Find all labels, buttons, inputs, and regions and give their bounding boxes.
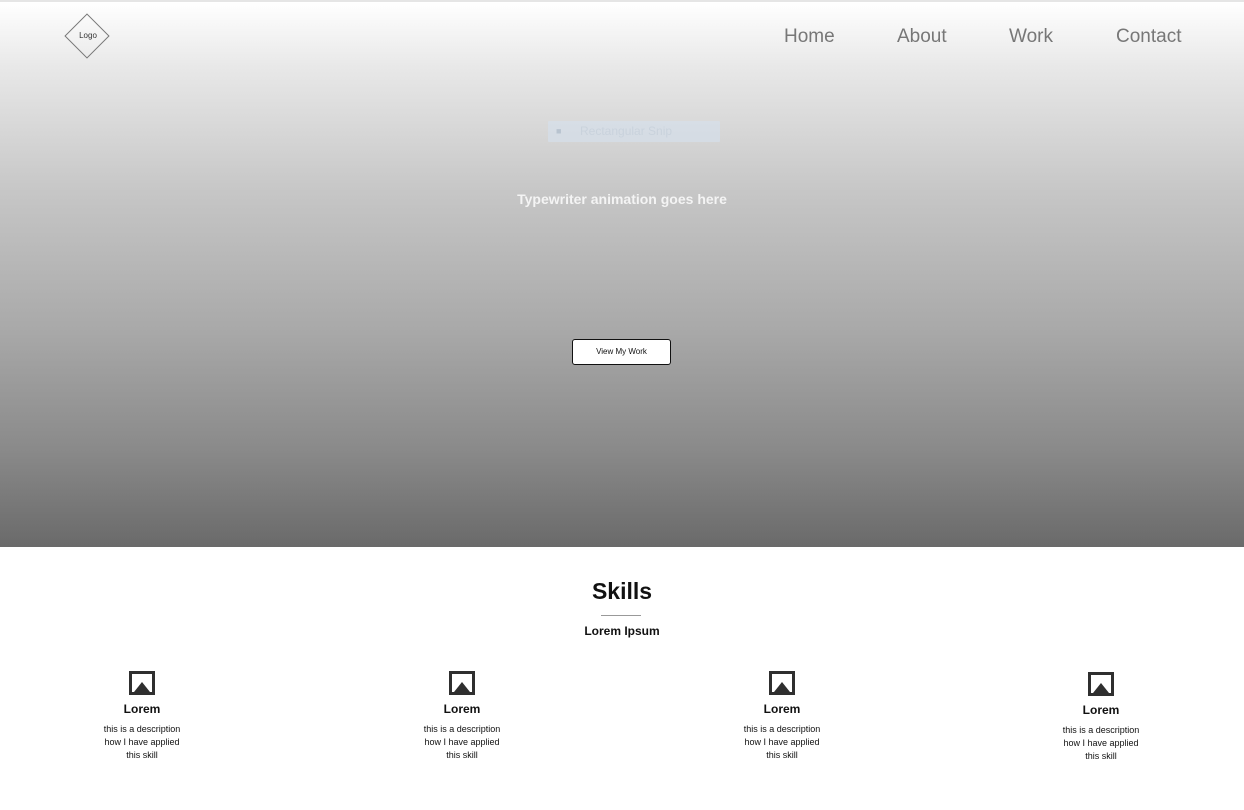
skill-description-line: how I have applied: [744, 737, 820, 747]
hero-section: Logo Home About Work Contact ■ Rectangul…: [0, 0, 1244, 547]
skill-card: Lorem this is a description how I have a…: [62, 671, 222, 762]
skill-description-line: how I have applied: [1063, 738, 1139, 748]
skill-description: this is a description how I have applied…: [1046, 724, 1156, 763]
skill-description-line: this skill: [1085, 751, 1117, 761]
image-icon: [769, 671, 795, 695]
skill-name: Lorem: [763, 702, 801, 716]
rectangular-snip-overlay: ■ Rectangular Snip: [548, 121, 720, 142]
nav-link-work[interactable]: Work: [1009, 26, 1053, 48]
skill-description: this is a description how I have applied…: [727, 723, 837, 762]
nav-link-home[interactable]: Home: [784, 26, 835, 48]
nav-link-contact[interactable]: Contact: [1116, 26, 1181, 48]
skills-title: Skills: [591, 578, 653, 604]
skill-card: Lorem this is a description how I have a…: [382, 671, 542, 762]
skill-description-line: this is a description: [423, 724, 501, 734]
skills-subtitle: Lorem Ipsum: [584, 624, 660, 638]
skill-description-line: this is a description: [743, 724, 821, 734]
skill-name: Lorem: [443, 702, 481, 716]
nav-link-about[interactable]: About: [897, 26, 947, 48]
skill-description-line: this is a description: [103, 724, 181, 734]
skill-description: this is a description how I have applied…: [407, 723, 517, 762]
skill-card: Lorem this is a description how I have a…: [702, 671, 862, 762]
image-icon: [1088, 672, 1114, 696]
skill-description-line: this skill: [766, 750, 798, 760]
skill-description-line: this skill: [126, 750, 158, 760]
page: Logo Home About Work Contact ■ Rectangul…: [0, 0, 1244, 810]
skill-name: Lorem: [1082, 703, 1120, 717]
skill-description-line: how I have applied: [424, 737, 500, 747]
skill-description-line: this skill: [446, 750, 478, 760]
main-nav: Home About Work Contact: [0, 26, 1244, 50]
view-my-work-button[interactable]: View My Work: [572, 339, 671, 365]
skill-description-line: how I have applied: [104, 737, 180, 747]
skill-card: Lorem this is a description how I have a…: [1021, 672, 1181, 763]
skill-description-line: this is a description: [1062, 725, 1140, 735]
image-icon: [449, 671, 475, 695]
skill-name: Lorem: [123, 702, 161, 716]
image-icon: [129, 671, 155, 695]
snip-mode-icon: ■: [556, 126, 562, 136]
skills-divider: [601, 615, 641, 616]
skill-description: this is a description how I have applied…: [87, 723, 197, 762]
typewriter-text: Typewriter animation goes here: [517, 191, 727, 207]
snip-overlay-label: Rectangular Snip: [580, 124, 673, 138]
